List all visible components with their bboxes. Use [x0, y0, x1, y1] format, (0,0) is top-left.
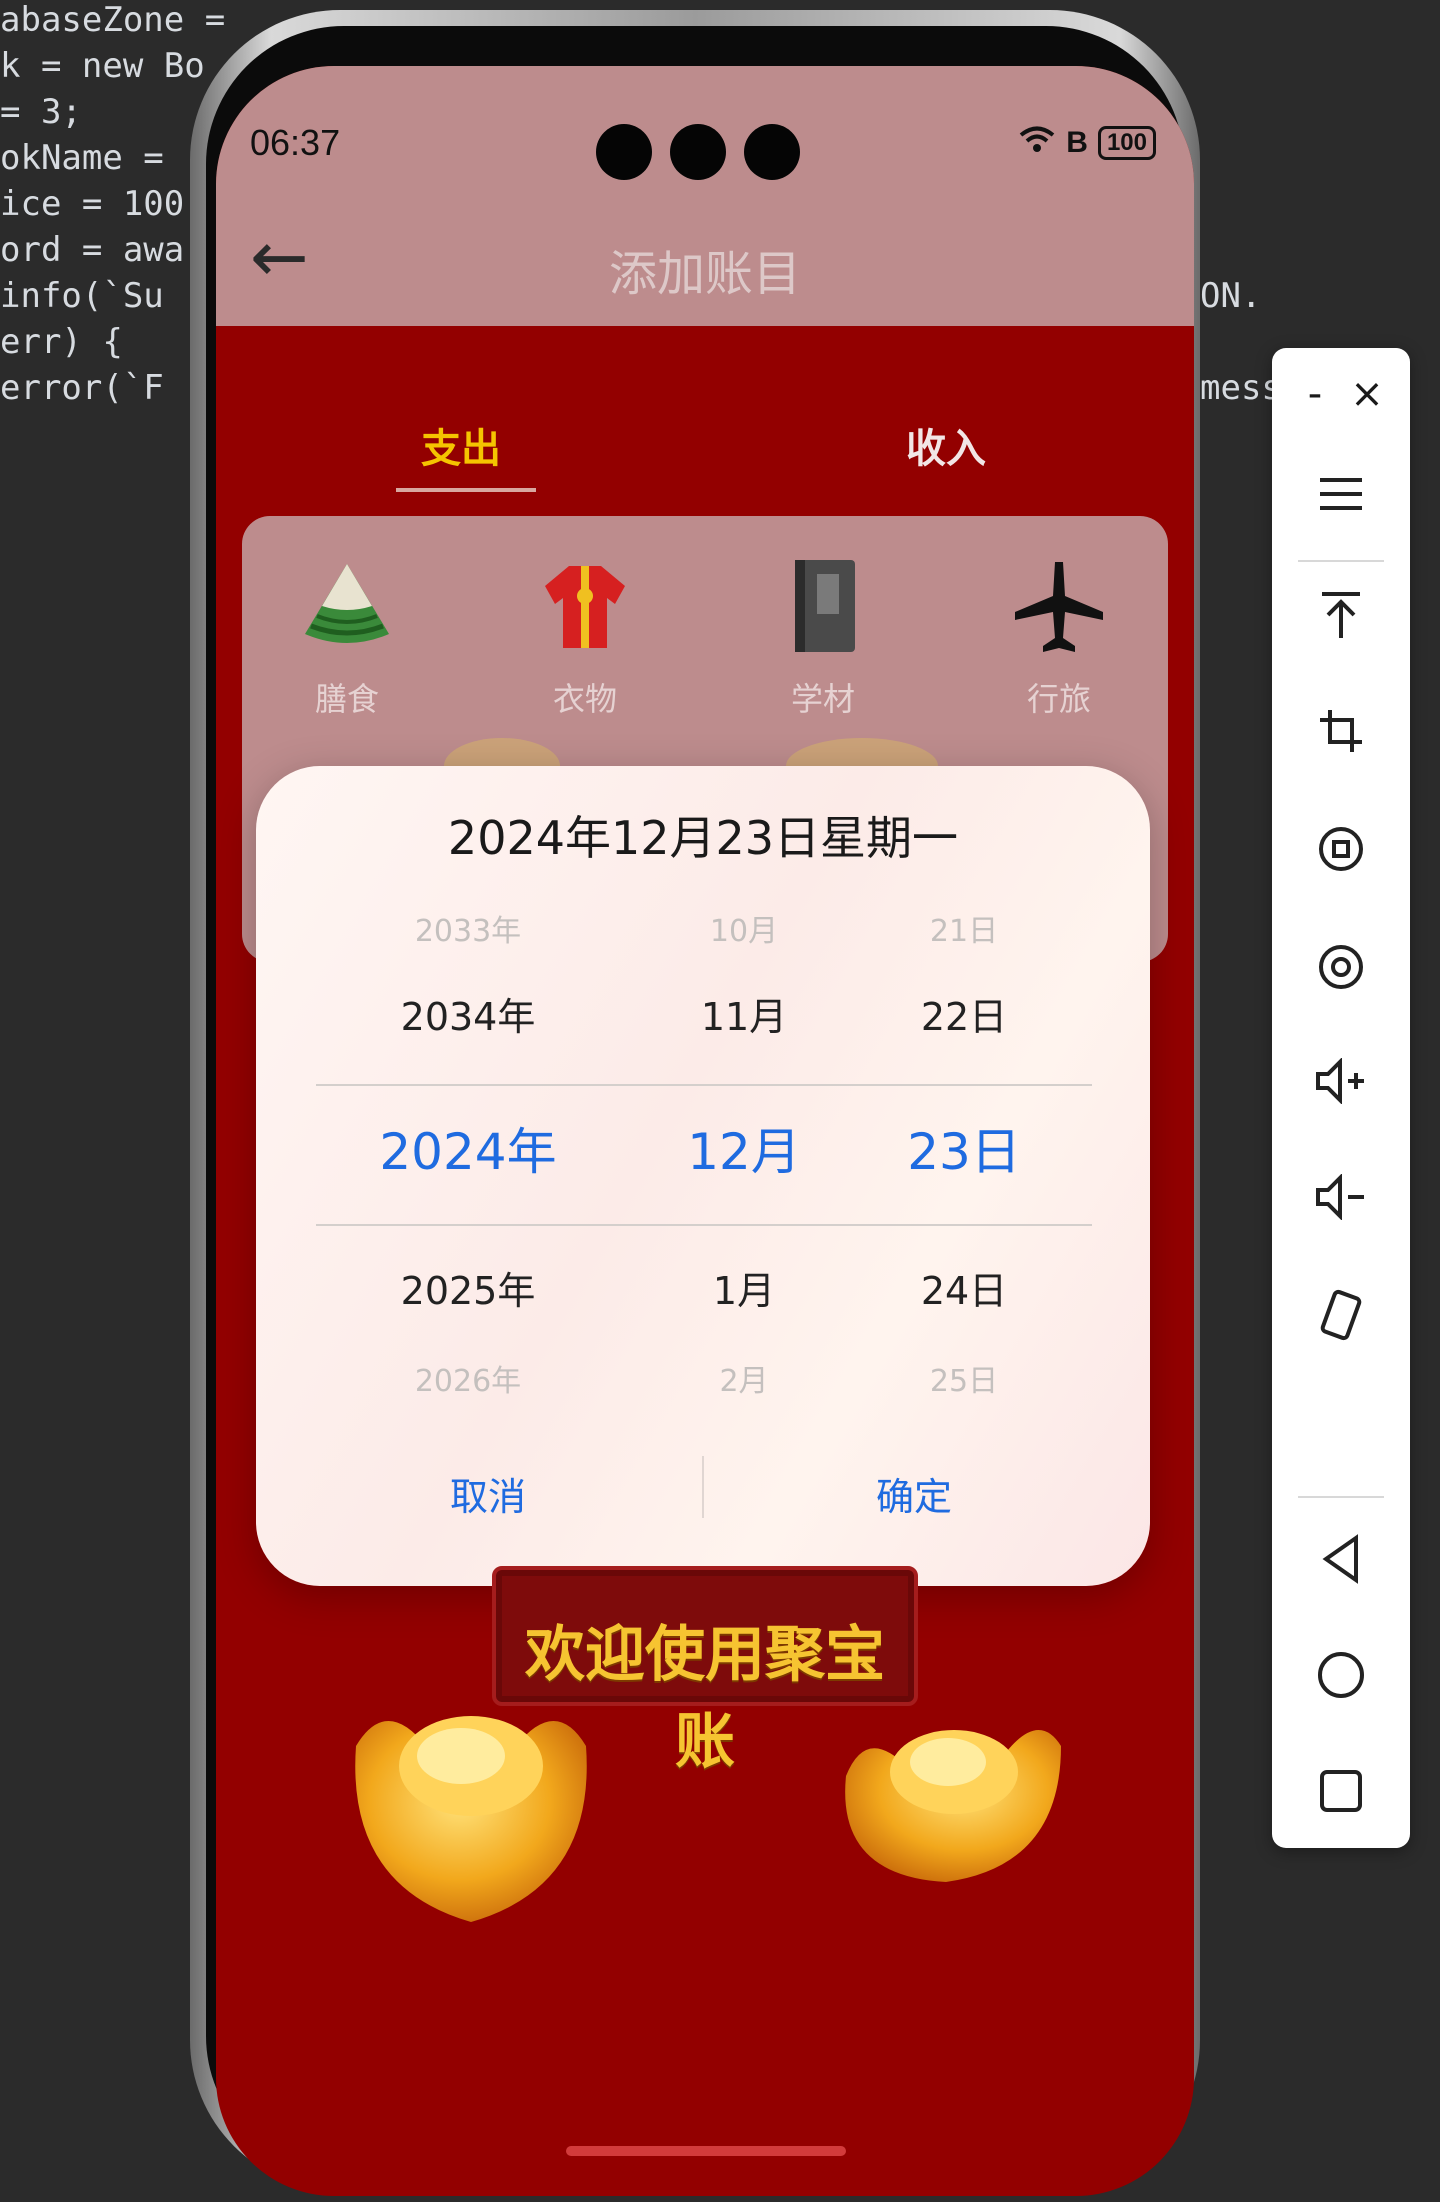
confirm-button[interactable]: 确定: [876, 1466, 952, 1521]
category-item-clothes[interactable]: 衣物: [510, 556, 660, 720]
crop-icon[interactable]: [1272, 708, 1410, 761]
category-label: 膳食: [314, 680, 379, 718]
code-line: ord = awa: [0, 230, 185, 270]
pin-to-top-icon[interactable]: [1272, 590, 1410, 647]
category-label: 学材: [790, 680, 855, 718]
camera-cutout: [744, 124, 800, 180]
nav-recents-icon[interactable]: [1272, 1768, 1410, 1821]
type-tabs: 支出 收入: [216, 326, 1194, 492]
status-time: 06:37: [250, 122, 341, 163]
phone-frame: 06:37 B 100 ← 添加账目 支出 收入 膳食 衣物 学材 行旅 202…: [190, 10, 1200, 2196]
close-button[interactable]: ×: [1298, 374, 1436, 414]
code-line: = 3;: [0, 92, 82, 132]
day-option[interactable]: 24日: [834, 1260, 1094, 1315]
category-item-study[interactable]: 学材: [748, 556, 898, 720]
home-indicator[interactable]: [566, 2146, 846, 2156]
year-option-selected[interactable]: 2024年: [338, 1112, 598, 1184]
title-bar: ← 添加账目: [216, 186, 1194, 326]
year-option[interactable]: 2033年: [338, 906, 598, 950]
code-line: abaseZone =: [0, 0, 226, 40]
cancel-button[interactable]: 取消: [450, 1466, 526, 1521]
category-label: 衣物: [552, 680, 617, 718]
code-line: k = new Bo: [0, 46, 205, 86]
zongzi-icon: [297, 556, 397, 656]
active-tab-indicator: [396, 488, 536, 492]
day-option-selected[interactable]: 23日: [834, 1112, 1094, 1184]
toolbar-divider: [1298, 560, 1384, 562]
status-bar: 06:37 B 100: [216, 66, 1194, 186]
record-icon[interactable]: [1272, 942, 1410, 999]
dialog-title: 2024年12月23日星期一: [447, 811, 959, 865]
year-option[interactable]: 2026年: [338, 1356, 598, 1400]
volume-up-icon[interactable]: [1272, 1057, 1410, 1111]
code-line: ice = 100: [0, 184, 185, 224]
day-wheel[interactable]: 21日 22日 23日 24日 25日: [834, 896, 1094, 1399]
day-option[interactable]: 21日: [834, 906, 1094, 950]
year-option[interactable]: 2025年: [338, 1260, 598, 1315]
toolbar-divider: [1298, 1496, 1384, 1498]
rotate-device-icon[interactable]: [1272, 1288, 1410, 1349]
gold-ingot-icon: [836, 1686, 1066, 1890]
phone-screen: 06:37 B 100 ← 添加账目 支出 收入 膳食 衣物 学材 行旅 202…: [216, 66, 1194, 2196]
code-line: info(`Su: [0, 276, 164, 316]
button-divider: [702, 1456, 704, 1518]
menu-icon[interactable]: [1272, 474, 1410, 521]
camera-cutout: [596, 124, 652, 180]
camera-cutout: [670, 124, 726, 180]
emulator-toolbar: - ×: [1272, 348, 1410, 1848]
clothes-icon: [535, 556, 635, 656]
date-picker-dialog: 2024年12月23日星期一 2033年 2034年 2024年 2025年 2…: [256, 766, 1150, 1586]
nav-home-icon[interactable]: [1272, 1650, 1410, 1707]
category-item-food[interactable]: 膳食: [272, 556, 422, 720]
status-icons: B 100: [1018, 124, 1156, 162]
bluetooth-icon: B: [1066, 126, 1088, 159]
nav-back-icon[interactable]: [1272, 1534, 1410, 1591]
gold-ingot-icon: [346, 1686, 596, 1930]
welcome-banner: 欢迎使用聚宝账: [492, 1566, 918, 1777]
wifi-icon: [1018, 124, 1056, 162]
category-label: 行旅: [1026, 680, 1091, 718]
airplane-icon: [1009, 556, 1109, 656]
page-title: 添加账目: [608, 246, 801, 302]
phone-bezel: 06:37 B 100 ← 添加账目 支出 收入 膳食 衣物 学材 行旅 202…: [206, 26, 1194, 2196]
code-line: okName =: [0, 138, 164, 178]
code-line: err) {: [0, 322, 123, 362]
day-option[interactable]: 22日: [834, 986, 1094, 1041]
day-option[interactable]: 25日: [834, 1356, 1094, 1400]
tab-expense[interactable]: 支出: [421, 416, 501, 474]
rotate-icon[interactable]: [1272, 824, 1410, 881]
year-wheel[interactable]: 2033年 2034年 2024年 2025年 2026年: [338, 896, 598, 1399]
battery-indicator: 100: [1097, 126, 1156, 160]
code-line: error(`F: [0, 368, 164, 408]
year-option[interactable]: 2034年: [338, 986, 598, 1041]
tab-income[interactable]: 收入: [906, 416, 986, 474]
category-item-travel[interactable]: 行旅: [984, 556, 1134, 720]
code-fragment: ON.: [1200, 276, 1262, 316]
volume-down-icon[interactable]: [1272, 1173, 1410, 1227]
book-icon: [773, 556, 873, 656]
